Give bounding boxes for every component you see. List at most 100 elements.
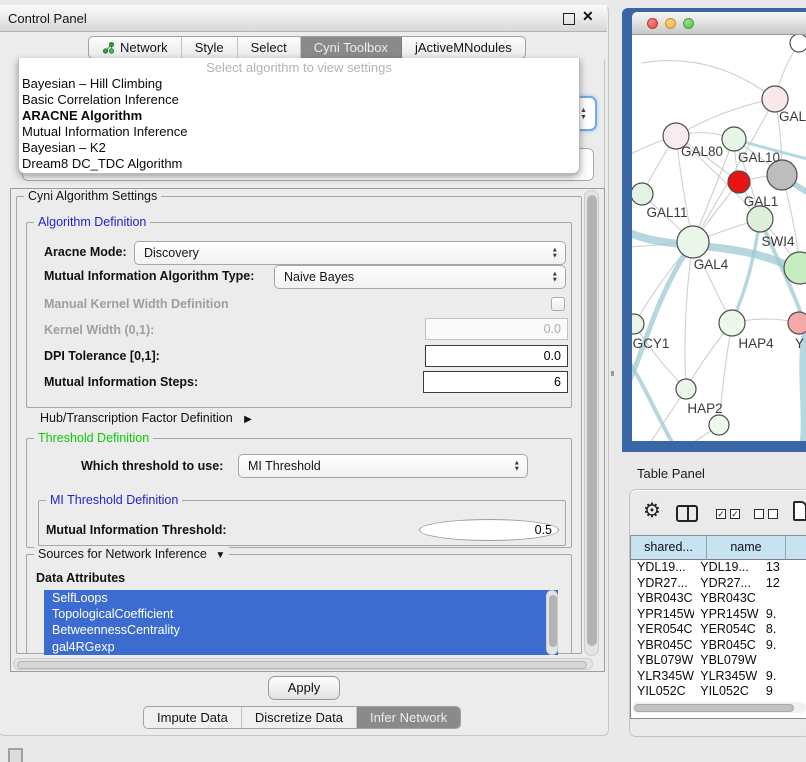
collapse-arrow-icon[interactable]: ▶ bbox=[244, 414, 252, 425]
show-checked-columns-icon[interactable]: ✓ ✓ bbox=[716, 509, 740, 519]
close-icon[interactable]: ✕ bbox=[582, 8, 594, 25]
minimize-traffic-light[interactable] bbox=[665, 18, 676, 29]
close-traffic-light[interactable] bbox=[647, 18, 658, 29]
network-node[interactable] bbox=[676, 379, 696, 399]
network-node[interactable] bbox=[728, 171, 750, 193]
float-window-icon[interactable] bbox=[563, 13, 575, 25]
attribute-item-selfloops[interactable]: SelfLoops bbox=[44, 590, 558, 606]
zoom-traffic-light[interactable] bbox=[683, 18, 694, 29]
attributes-scrollbar-thumb[interactable] bbox=[549, 595, 557, 647]
mi-type-combo[interactable]: Naive Bayes ▲▼ bbox=[274, 265, 566, 289]
table-row[interactable]: YBR043CYBR043C bbox=[631, 591, 806, 607]
dpi-tolerance-label: DPI Tolerance [0,1]: bbox=[44, 349, 160, 363]
apply-button[interactable]: Apply bbox=[268, 676, 340, 700]
mi-threshold-label: Mutual Information Threshold: bbox=[46, 523, 227, 537]
network-node-label: GAL10 bbox=[738, 150, 780, 165]
expand-arrow-icon[interactable]: ▼ bbox=[215, 550, 225, 561]
unchecked-box-icon bbox=[768, 509, 778, 519]
network-node[interactable] bbox=[788, 312, 806, 334]
mi-steps-label: Mutual Information Steps: bbox=[44, 375, 198, 389]
table-cell bbox=[760, 653, 806, 669]
algorithm-option-dream8-dc-tdc-algorithm[interactable]: Dream8 DC_TDC Algorithm bbox=[19, 156, 579, 172]
bottom-tab-discretize-data[interactable]: Discretize Data bbox=[242, 707, 357, 728]
gear-icon[interactable]: ⚙ bbox=[643, 501, 661, 521]
column-layout-icon[interactable] bbox=[676, 505, 698, 522]
which-threshold-combo[interactable]: MI Threshold ▲▼ bbox=[238, 454, 528, 478]
tab-style[interactable]: Style bbox=[182, 37, 238, 58]
table-hscrollbar-thumb[interactable] bbox=[634, 704, 794, 712]
mi-steps-input[interactable] bbox=[423, 371, 568, 393]
network-node[interactable] bbox=[722, 127, 746, 151]
network-node[interactable] bbox=[747, 206, 773, 232]
dpi-tolerance-input[interactable] bbox=[425, 345, 568, 367]
network-node[interactable] bbox=[719, 310, 745, 336]
table-row[interactable]: YER054CYER054C8. bbox=[631, 622, 806, 638]
aracne-mode-combo[interactable]: Discovery ▲▼ bbox=[134, 241, 566, 265]
unchecked-box-icon bbox=[754, 509, 764, 519]
table-row[interactable]: YLR345WYLR345W9. bbox=[631, 669, 806, 685]
bottom-tab-impute-data[interactable]: Impute Data bbox=[144, 707, 242, 728]
settings-hscrollbar[interactable] bbox=[13, 658, 593, 670]
export-table-icon[interactable] bbox=[793, 501, 806, 521]
table-row[interactable]: YPR145WYPR145W9. bbox=[631, 607, 806, 623]
table-cell: 12 bbox=[760, 576, 806, 592]
attributes-scrollbar[interactable] bbox=[546, 590, 558, 655]
network-node[interactable] bbox=[632, 183, 653, 205]
network-icon bbox=[102, 41, 115, 54]
algorithm-option-bayesian-k2[interactable]: Bayesian – K2 bbox=[19, 140, 579, 156]
network-node-label: GAL4 bbox=[694, 257, 729, 272]
kernel-width-input[interactable] bbox=[425, 318, 568, 340]
stepper-up-icon: ▲ bbox=[580, 107, 587, 114]
table-cell: YBR043C bbox=[694, 591, 760, 607]
tab-cyni-toolbox[interactable]: Cyni Toolbox bbox=[301, 37, 402, 58]
minimized-panel-icon[interactable] bbox=[8, 748, 23, 762]
attribute-item-gal4rgexp[interactable]: gal4RGexp bbox=[44, 639, 558, 655]
split-divider-handle[interactable] bbox=[611, 371, 614, 376]
cyni-settings-group-title: Cyni Algorithm Settings bbox=[24, 189, 161, 204]
network-node[interactable] bbox=[632, 314, 644, 334]
algorithm-option-aracne-algorithm[interactable]: ARACNE Algorithm bbox=[19, 108, 579, 124]
network-node[interactable] bbox=[677, 226, 709, 258]
table-row[interactable]: YBL079WYBL079W bbox=[631, 653, 806, 669]
tab-jactivemnodules[interactable]: jActiveMNodules bbox=[402, 37, 525, 58]
table-cell: YBL079W bbox=[631, 653, 694, 669]
tab-network[interactable]: Network bbox=[89, 37, 182, 58]
algorithm-option-mutual-information-inference[interactable]: Mutual Information Inference bbox=[19, 124, 579, 140]
sources-group-title[interactable]: Sources for Network Inference ▼ bbox=[34, 547, 229, 563]
network-edge bbox=[685, 242, 693, 389]
algorithm-dropdown: Select algorithm to view settings Bayesi… bbox=[18, 58, 580, 174]
table-column-header-2[interactable]: name bbox=[707, 536, 786, 560]
attribute-item-betweennesscentrality[interactable]: BetweennessCentrality bbox=[44, 622, 558, 638]
tab-label: jActiveMNodules bbox=[415, 40, 512, 55]
which-threshold-label: Which threshold to use: bbox=[81, 459, 223, 473]
network-edge bbox=[732, 219, 760, 323]
attribute-item-topologicalcoefficient[interactable]: TopologicalCoefficient bbox=[44, 606, 558, 622]
settings-vscrollbar[interactable] bbox=[584, 190, 599, 656]
table-body: YDL19...YDL19...13YDR27...YDR27...12YBR0… bbox=[631, 560, 806, 700]
hide-columns-icon[interactable] bbox=[754, 509, 778, 519]
tab-select[interactable]: Select bbox=[238, 37, 301, 58]
table-row[interactable]: YDL19...YDL19...13 bbox=[631, 560, 806, 576]
algorithm-option-bayesian-hill-climbing[interactable]: Bayesian – Hill Climbing bbox=[19, 76, 579, 92]
table-column-header-1[interactable]: shared... bbox=[631, 536, 707, 560]
combo-stepper-icon: ▲▼ bbox=[514, 461, 520, 472]
network-window-titlebar[interactable] bbox=[632, 12, 806, 35]
hub-section[interactable]: Hub/Transcription Factor Definition ▶ bbox=[40, 411, 252, 425]
table-row[interactable]: YDR27...YDR27...12 bbox=[631, 576, 806, 592]
table-cell: 8. bbox=[760, 622, 806, 638]
mi-threshold-input[interactable] bbox=[419, 519, 559, 541]
table-row[interactable]: YBR045CYBR045C9. bbox=[631, 638, 806, 654]
manual-kernel-label: Manual Kernel Width Definition bbox=[44, 297, 229, 311]
network-node[interactable] bbox=[790, 35, 806, 52]
settings-vscrollbar-thumb[interactable] bbox=[587, 195, 597, 646]
mi-type-label: Mutual Information Algorithm Type: bbox=[44, 269, 254, 283]
table-row[interactable]: YIL052CYIL052C9 bbox=[631, 684, 806, 700]
manual-kernel-checkbox[interactable] bbox=[551, 297, 565, 311]
algorithm-option-basic-correlation-inference[interactable]: Basic Correlation Inference bbox=[19, 92, 579, 108]
table-cell: 13 bbox=[760, 560, 806, 576]
table-column-header-3[interactable]: A bbox=[786, 536, 806, 560]
network-canvas[interactable]: GALGAL80GAL10GAL1GAL11SWI4GAL4GCY1HAP4YH… bbox=[632, 35, 806, 441]
bottom-tab-infer-network[interactable]: Infer Network bbox=[357, 707, 460, 728]
network-node[interactable] bbox=[709, 415, 729, 435]
settings-hscrollbar-thumb[interactable] bbox=[17, 661, 587, 669]
